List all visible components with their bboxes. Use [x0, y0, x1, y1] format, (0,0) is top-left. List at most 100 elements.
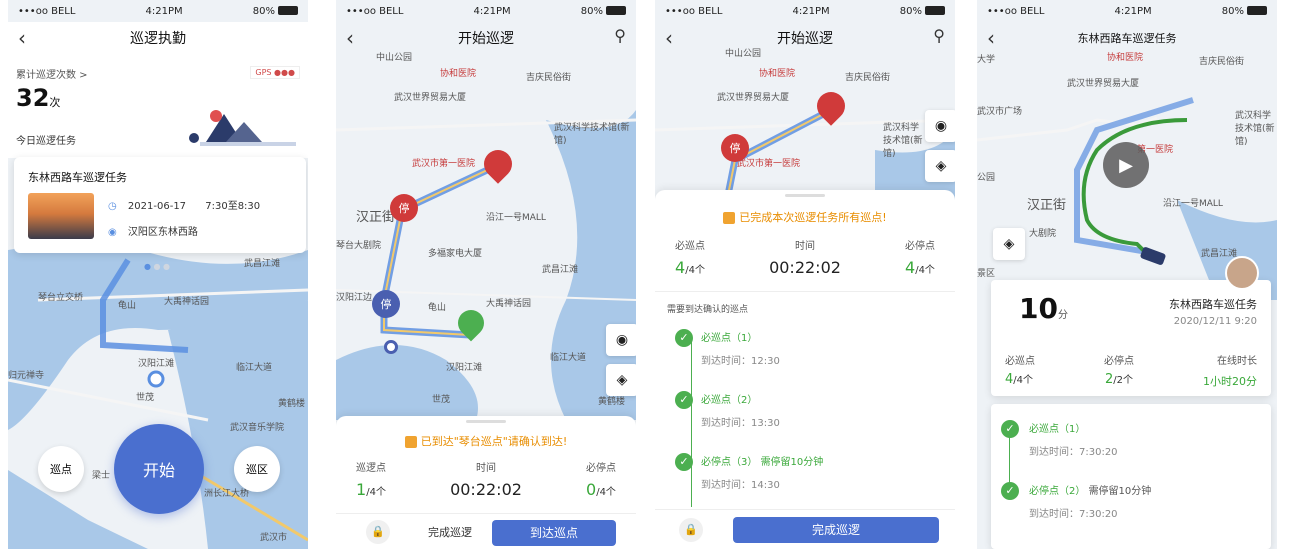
checkpoint-title-row: 必停点（2） 需停留10分钟: [1029, 482, 1271, 497]
timeline: ✓ 必巡点（1） 到达时间：12:30 ✓ 必巡点（2） 到达时间：13:30 …: [667, 329, 943, 507]
time-stat: 时间 00:22:02: [450, 459, 522, 499]
page-title: 开始巡逻: [777, 31, 833, 47]
back-icon[interactable]: ‹: [665, 26, 673, 50]
patrol-total: /4个: [366, 487, 386, 498]
stop-label: 必停点: [585, 463, 616, 474]
patrol-total: /4个: [685, 265, 705, 276]
checkpoint-extra: 需停留10分钟: [760, 457, 824, 468]
battery-indicator: 80%: [900, 6, 945, 17]
finish-patrol-link[interactable]: 完成巡逻: [428, 524, 472, 540]
carousel-dots[interactable]: ● ● ●: [144, 262, 170, 271]
stats-row: 必巡点 4/4个 时间 00:22:02 必停点 4/4个: [655, 237, 955, 277]
checkpoint-item[interactable]: ✓ 必巡点（2） 到达时间：13:30: [667, 391, 943, 429]
map-label: 洲长江大桥: [204, 489, 250, 499]
carrier-text: •••oo BELL: [665, 5, 723, 17]
arrive-point-button[interactable]: 到达巡点: [492, 520, 616, 546]
battery-icon: [924, 6, 945, 15]
map-label: 武汉市第一医院: [737, 159, 801, 169]
map-label: 吉庆民俗街: [1199, 57, 1245, 67]
patrol-area-button[interactable]: 巡区: [234, 446, 280, 492]
status-bar: •••oo BELL 4:21PM 80%: [8, 0, 308, 22]
timeline: ✓ 必巡点（1） 到达时间：7:30:20 ✓ 必停点（2） 需停留10分钟 到…: [991, 420, 1271, 520]
map-label: 黄鹤楼: [278, 399, 306, 409]
elapsed-time: 00:22:02: [769, 258, 841, 277]
map-label: 武汉科学技术馆(新馆): [554, 123, 630, 146]
search-icon[interactable]: ⚲: [614, 26, 626, 45]
stop-total: /4个: [915, 265, 935, 276]
clock-icon: ◷: [108, 201, 117, 212]
patrol-point-button[interactable]: 巡点: [38, 446, 84, 492]
lock-icon[interactable]: 🔒: [366, 519, 390, 544]
action-bar: 🔒 完成巡逻 到达巡点: [336, 513, 636, 549]
bottom-sheet: 已完成本次巡逻任务所有巡点! 必巡点 4/4个 时间 00:22:02 必停点 4/4…: [655, 190, 955, 549]
stop-pin-red[interactable]: 停: [721, 134, 749, 162]
sheet-handle[interactable]: [466, 420, 506, 423]
checkpoint-item[interactable]: ✓ 必停点（3） 需停留10分钟 到达时间：14:30: [667, 453, 943, 491]
locate-icon[interactable]: ◉: [606, 324, 636, 356]
stats-row: 巡逻点 1/4个 时间 00:22:02 必停点 0/4个: [336, 459, 636, 499]
start-button[interactable]: 开始: [114, 424, 204, 514]
check-icon: ✓: [675, 329, 693, 347]
map-label: 武汉世界贸易大厦: [717, 93, 790, 103]
lock-icon[interactable]: 🔒: [679, 517, 703, 542]
layers-icon[interactable]: ◈: [925, 150, 955, 182]
page-title: 开始巡逻: [458, 31, 514, 47]
layers-icon[interactable]: ◈: [606, 364, 636, 396]
checkpoint-card: ✓ 必巡点（1） 到达时间：7:30:20 ✓ 必停点（2） 需停留10分钟 到…: [991, 404, 1271, 549]
battery-text: 80%: [252, 5, 275, 17]
time-label: 时间: [794, 241, 815, 252]
duration: 10分: [1019, 292, 1068, 325]
nav-bar: ‹ 东林西路车巡逻任务: [977, 22, 1277, 54]
battery-text: 80%: [580, 5, 603, 17]
map-label: 大禹神话园: [486, 299, 532, 309]
phone-screen-start-patrol: •••oo BELL 4:21PM 80% ‹ 开始巡逻 ⚲ 中山公园 协和医院…: [336, 0, 636, 549]
mountain-illustration: [189, 110, 296, 146]
duration-value: 10: [1019, 292, 1058, 325]
check-icon: ✓: [1001, 482, 1019, 500]
map-label: 临江大道: [550, 353, 587, 363]
check-icon: ✓: [675, 391, 693, 409]
map-label: 沿江一号MALL: [1163, 199, 1223, 209]
checkpoint-item[interactable]: ✓ 必巡点（1） 到达时间：7:30:20: [991, 420, 1271, 458]
map-label: 武汉科学技术馆(新馆): [1235, 111, 1275, 147]
checkpoint-item[interactable]: ✓ 必停点（2） 需停留10分钟 到达时间：7:30:20: [991, 482, 1271, 520]
gps-label: GPS: [255, 68, 272, 77]
map-label: 武汉音乐学院: [230, 423, 285, 433]
check-icon: ✓: [675, 453, 693, 471]
checkpoint-item[interactable]: ✓ 必巡点（1） 到达时间：12:30: [667, 329, 943, 367]
phone-screen-task-playback: •••oo BELL 4:21PM 80% ‹ 东林西路车巡逻任务 协和医院 武…: [977, 0, 1277, 549]
stop-done: 0: [586, 480, 597, 499]
map-label: 公园: [977, 173, 996, 183]
stop-pin-blue[interactable]: 停: [372, 290, 400, 318]
summary-card: 10分 东林西路车巡任务 2020/12/11 9:20 必巡点 4/4个 必停点…: [991, 280, 1271, 396]
map-label: 汉正街: [1027, 198, 1067, 213]
stop-label: 必停点: [1104, 356, 1134, 367]
map-label: 龟山: [428, 303, 447, 313]
layers-icon[interactable]: ◈: [993, 228, 1025, 260]
back-icon[interactable]: ‹: [18, 26, 26, 50]
arrival-notice: 已到达"琴台巡点"请确认到达!: [336, 433, 636, 449]
back-icon[interactable]: ‹: [987, 26, 995, 50]
back-icon[interactable]: ‹: [346, 26, 354, 50]
sheet-handle[interactable]: [785, 194, 825, 197]
stop-pin-red[interactable]: 停: [390, 194, 418, 222]
time-label: 时间: [475, 463, 496, 474]
task-card[interactable]: 东林西路车巡逻任务 ◷ 2021-06-17 7:30至8:30 ◉ 汉阳区东林…: [14, 157, 306, 253]
locate-icon[interactable]: ◉: [925, 110, 955, 142]
checkpoint-title: 必巡点（1）: [1029, 424, 1086, 435]
search-icon[interactable]: ⚲: [933, 26, 945, 45]
location-icon: ◉: [108, 227, 117, 238]
play-icon[interactable]: ▶: [1103, 142, 1149, 188]
map-label: 汉阳江滩: [138, 359, 175, 369]
map-label: 景区: [977, 269, 996, 279]
cumulative-link[interactable]: 累计巡逻次数 >: [16, 66, 88, 81]
carrier-text: •••oo BELL: [987, 5, 1045, 17]
map-label: 世茂: [136, 393, 155, 403]
patrol-count-value: 32: [16, 84, 50, 112]
map-label: 武汉世界贸易大厦: [394, 93, 467, 103]
gps-badge: GPS ●●●: [250, 66, 300, 79]
page-title: 巡逻执勤: [130, 31, 186, 47]
check-icon: ✓: [1001, 420, 1019, 438]
finish-patrol-button[interactable]: 完成巡逻: [733, 517, 939, 543]
today-tasks-label: 今日巡逻任务: [16, 136, 76, 147]
